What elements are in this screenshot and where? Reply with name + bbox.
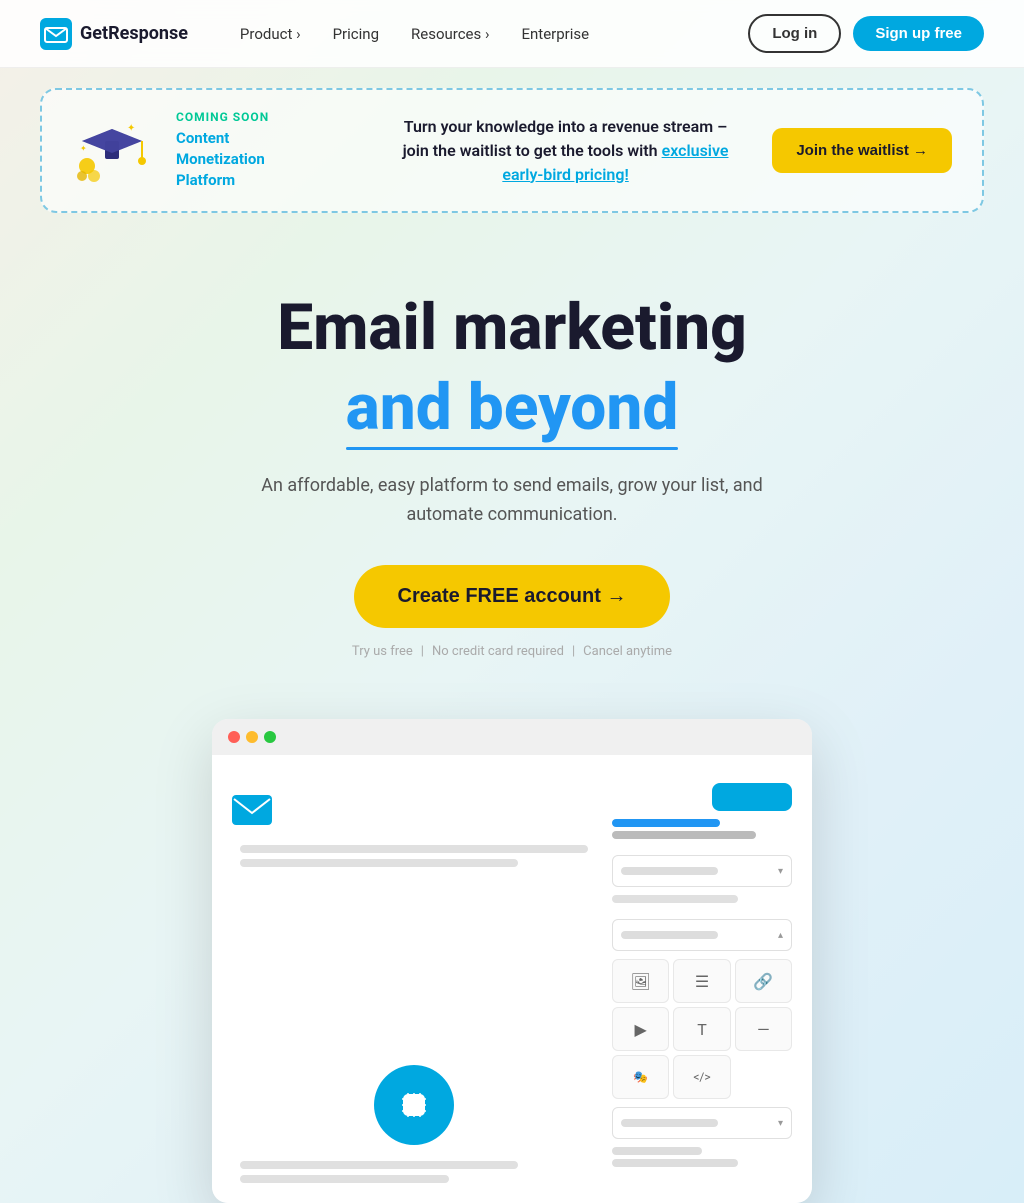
trust-no-card: No credit card required	[432, 644, 564, 659]
svg-text:✦: ✦	[80, 144, 87, 153]
mockup-dropdown2: ▴	[612, 919, 792, 951]
mockup-sidebar-row1	[612, 819, 792, 847]
sidebar-line	[612, 831, 756, 839]
trust-sep1: |	[421, 644, 424, 659]
icon-typography[interactable]: T	[673, 1007, 730, 1051]
login-button[interactable]: Log in	[748, 14, 841, 53]
hero-section: Email marketing and beyond An affordable…	[0, 233, 1024, 699]
mockup-left-panel	[232, 775, 596, 1183]
announcement-banner: ✦ ✦ COMING SOON Content Monetization Pla…	[40, 88, 984, 213]
trust-line: Try us free | No credit card required | …	[40, 644, 984, 659]
early-bird-link[interactable]: exclusiveearly-bird pricing!	[502, 141, 728, 184]
trust-free: Try us free	[352, 644, 413, 659]
icon-link[interactable]: 🔗	[735, 959, 792, 1003]
content-line	[240, 845, 588, 853]
nav-product[interactable]: Product ›	[228, 17, 313, 51]
mockup-body: ▾ ▴ 🖼 ☰ 🔗 ▶ T —	[212, 755, 812, 1203]
hero-title: Email marketing	[40, 293, 984, 363]
mockup-icon-grid: 🖼 ☰ 🔗 ▶ T — 🎭 </>	[612, 959, 792, 1099]
hero-subtitle: and beyond	[346, 373, 679, 443]
nav-pricing[interactable]: Pricing	[321, 17, 391, 51]
navbar: GetResponse Product › Pricing Resources …	[0, 0, 1024, 68]
content-line	[240, 1175, 449, 1183]
hero-description: An affordable, easy platform to send ema…	[252, 472, 772, 530]
trust-cancel: Cancel anytime	[583, 644, 672, 659]
mockup-window: ▾ ▴ 🖼 ☰ 🔗 ▶ T —	[212, 719, 812, 1203]
window-dot-green	[264, 731, 276, 743]
nav-links: Product › Pricing Resources › Enterprise	[228, 17, 748, 51]
mockup-titlebar	[212, 719, 812, 755]
svg-text:✦: ✦	[127, 123, 135, 134]
icon-video[interactable]: ▶	[612, 1007, 669, 1051]
chevron-down-icon: ▾	[778, 1118, 783, 1129]
icon-divider[interactable]: —	[735, 1007, 792, 1051]
mockup-dropdown1: ▾	[612, 855, 792, 887]
coming-soon-label: COMING SOON	[176, 110, 359, 124]
nav-resources[interactable]: Resources ›	[399, 17, 501, 51]
waitlist-button[interactable]: Join the waitlist →	[772, 128, 952, 173]
graduation-cap-icon: ✦ ✦	[72, 111, 152, 191]
mockup-mail-icon	[232, 795, 272, 825]
dropdown-content	[621, 931, 718, 939]
content-line	[240, 1161, 518, 1169]
mockup-dropdown3: ▾	[612, 1107, 792, 1139]
banner-platform-info: COMING SOON Content Monetization Platfor…	[176, 110, 359, 191]
logo[interactable]: GetResponse	[40, 18, 188, 50]
mockup-sidebar-row2	[612, 895, 792, 911]
trust-sep2: |	[572, 644, 575, 659]
banner-mascot: ✦ ✦	[72, 111, 152, 191]
content-line	[240, 859, 518, 867]
mockup-sidebar-row3	[612, 1147, 792, 1175]
nav-enterprise[interactable]: Enterprise	[509, 17, 601, 51]
window-dot-yellow	[246, 731, 258, 743]
signup-button[interactable]: Sign up free	[853, 16, 984, 51]
dropdown-content	[621, 1119, 718, 1127]
chevron-down-icon: ▾	[778, 866, 783, 877]
sidebar-line-active	[612, 819, 720, 827]
window-dot-red	[228, 731, 240, 743]
banner-platform-title: Content Monetization Platform	[176, 128, 359, 191]
ai-icon-circle	[374, 1065, 454, 1145]
nav-actions: Log in Sign up free	[748, 14, 984, 53]
chevron-up-icon: ▴	[778, 930, 783, 941]
icon-image[interactable]: 🖼	[612, 959, 669, 1003]
mockup-right-panel: ▾ ▴ 🖼 ☰ 🔗 ▶ T —	[612, 775, 792, 1183]
mockup-blue-button	[712, 783, 792, 811]
sidebar-line	[612, 895, 738, 903]
mockup-bottom-lines	[232, 1161, 596, 1183]
mockup-container: ▾ ▴ 🖼 ☰ 🔗 ▶ T —	[0, 699, 1024, 1203]
create-account-button[interactable]: Create FREE account →	[354, 565, 671, 628]
logo-text: GetResponse	[80, 23, 188, 44]
mockup-content-lines	[232, 845, 596, 867]
icon-social[interactable]: 🎭	[612, 1055, 669, 1099]
sidebar-line	[612, 1147, 702, 1155]
ai-chip-icon	[394, 1085, 434, 1125]
dropdown-content	[621, 867, 718, 875]
icon-text[interactable]: ☰	[673, 959, 730, 1003]
sidebar-line	[612, 1159, 738, 1167]
logo-icon	[40, 18, 72, 50]
icon-code[interactable]: </>	[673, 1055, 730, 1099]
banner-main-text: Turn your knowledge into a revenue strea…	[383, 115, 749, 187]
